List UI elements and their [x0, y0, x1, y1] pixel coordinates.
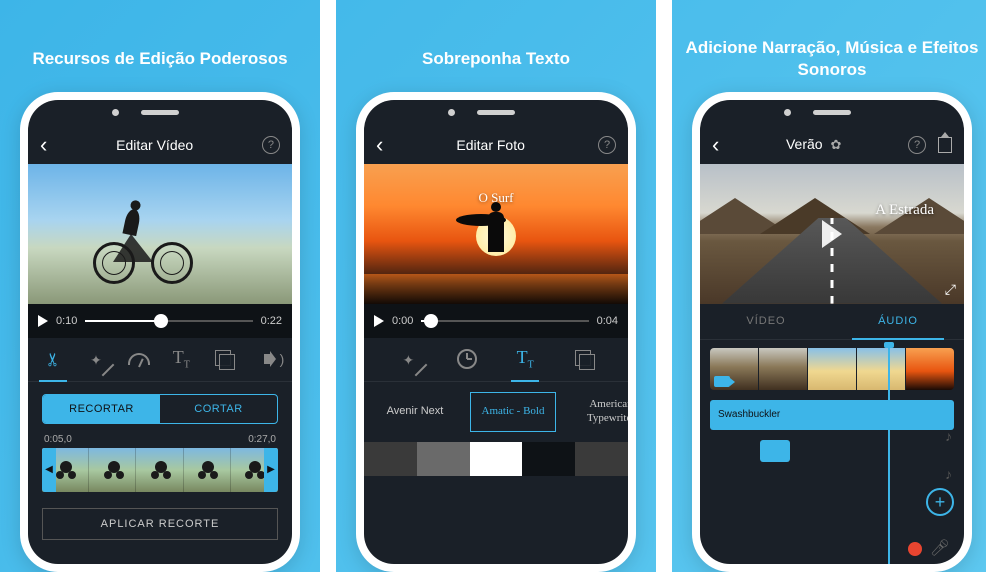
nav-title: Verão ✿ — [786, 136, 841, 153]
strip-end: 0:27,0 — [248, 434, 276, 445]
tab-audio[interactable]: ÁUDIO — [832, 304, 964, 339]
time-current: 0:00 — [392, 315, 413, 327]
trim-handle-right[interactable]: ▶ — [264, 448, 278, 492]
apply-trim-button[interactable]: APLICAR RECORTE — [42, 508, 278, 540]
audio-tool[interactable] — [249, 341, 285, 377]
project-preview[interactable]: A Estrada ⤢ — [700, 164, 964, 304]
clock-icon — [457, 349, 477, 369]
layers-tool[interactable] — [566, 341, 602, 377]
effects-tool[interactable] — [390, 341, 426, 377]
audio-clip-label: Swashbuckler — [718, 409, 780, 420]
video-preview[interactable] — [28, 164, 292, 304]
back-icon[interactable]: ‹ — [376, 132, 383, 158]
layers-icon — [215, 350, 233, 368]
strip-start: 0:05,0 — [44, 434, 72, 445]
tab-video[interactable]: VÍDEO — [700, 304, 832, 339]
scrubber[interactable] — [85, 320, 252, 322]
segment-recortar[interactable]: RECORTAR — [43, 395, 160, 423]
timeline: Swashbuckler ♪ ♪ + 🎤︎ — [700, 340, 964, 564]
swatch-5[interactable] — [575, 442, 628, 476]
playback-bar: 0:10 0:22 — [28, 304, 292, 338]
music-note-icon: ♪ — [945, 466, 952, 482]
headline-1: Recursos de Edição Poderosos — [32, 30, 287, 88]
play-icon[interactable] — [374, 315, 384, 327]
navbar: ‹ Editar Foto ? — [364, 126, 628, 164]
scrubber-handle[interactable] — [424, 314, 438, 328]
font-option-avenir[interactable]: Avenir Next — [372, 392, 458, 432]
audio-clip[interactable]: Swashbuckler — [710, 400, 954, 430]
text-tool[interactable]: TT — [507, 341, 543, 377]
gauge-icon — [128, 353, 150, 365]
wand-icon — [403, 349, 415, 370]
time-total: 0:04 — [597, 315, 618, 327]
scissors-icon — [46, 349, 61, 370]
color-swatches — [364, 442, 628, 476]
text-overlay[interactable]: O Surf — [478, 190, 513, 206]
playback-bar: 0:00 0:04 — [364, 304, 628, 338]
share-icon[interactable] — [938, 137, 952, 153]
add-media-button[interactable]: + — [926, 488, 954, 516]
back-icon[interactable]: ‹ — [40, 132, 47, 158]
text-tool[interactable]: TT — [163, 341, 199, 377]
trim-handle-left[interactable]: ◀ — [42, 448, 56, 492]
back-icon[interactable]: ‹ — [712, 132, 719, 158]
trim-segmented: RECORTAR CORTAR — [42, 394, 278, 424]
phone-frame-3: ‹ Verão ✿ ? A Estrada ⤢ — [692, 92, 972, 572]
nav-title: Editar Foto — [456, 137, 524, 153]
time-total: 0:22 — [261, 315, 282, 327]
phone-frame-2: ‹ Editar Foto ? O Surf 0:00 0:04 — [356, 92, 636, 572]
swatch-2[interactable] — [417, 442, 470, 476]
tool-row: TT — [28, 338, 292, 382]
speed-tool[interactable] — [121, 341, 157, 377]
duration-tool[interactable] — [449, 341, 485, 377]
record-button[interactable] — [908, 542, 922, 556]
phone-frame-1: ‹ Editar Vídeo ? 0:10 0:22 — [20, 92, 300, 572]
navbar: ‹ Editar Vídeo ? — [28, 126, 292, 164]
nav-title: Editar Vídeo — [116, 137, 193, 153]
media-tabs: VÍDEO ÁUDIO — [700, 304, 964, 340]
film-strip[interactable]: ◀ ▶ — [42, 448, 278, 492]
font-option-american[interactable]: American Typewriter — [568, 392, 628, 432]
headline-3: Adicione Narração, Música e Efeitos Sono… — [672, 30, 986, 88]
headline-2: Sobreponha Texto — [422, 30, 570, 88]
layers-icon — [575, 350, 593, 368]
effects-tool[interactable] — [78, 341, 114, 377]
wand-icon — [90, 349, 102, 370]
navbar: ‹ Verão ✿ ? — [700, 126, 964, 164]
text-icon: TT — [173, 347, 190, 371]
speaker-icon — [264, 354, 270, 364]
playhead[interactable] — [888, 346, 890, 564]
camera-icon — [714, 376, 730, 387]
layers-tool[interactable] — [206, 341, 242, 377]
swatch-4[interactable] — [522, 442, 575, 476]
cut-tool[interactable] — [35, 341, 71, 377]
title-overlay: A Estrada — [875, 202, 934, 219]
sfx-clip[interactable] — [760, 440, 790, 462]
expand-icon[interactable]: ⤢ — [945, 281, 956, 298]
text-icon: TT — [517, 347, 534, 371]
microphone-icon[interactable]: 🎤︎ — [930, 538, 950, 558]
swatch-3[interactable] — [470, 442, 523, 476]
gear-icon[interactable]: ✿ — [830, 137, 841, 152]
music-note-icon: ♪ — [945, 428, 952, 444]
help-icon[interactable]: ? — [262, 136, 280, 154]
scrubber[interactable] — [421, 320, 588, 322]
font-option-amatic[interactable]: Amatic - Bold — [470, 392, 556, 432]
strip-times: 0:05,0 0:27,0 — [42, 434, 278, 445]
video-track[interactable] — [710, 348, 954, 390]
help-icon[interactable]: ? — [908, 136, 926, 154]
tool-row: TT — [364, 338, 628, 382]
play-icon[interactable] — [38, 315, 48, 327]
help-icon[interactable]: ? — [598, 136, 616, 154]
font-picker: Avenir Next Amatic - Bold American Typew… — [364, 382, 628, 442]
time-current: 0:10 — [56, 315, 77, 327]
segment-cortar[interactable]: CORTAR — [160, 395, 277, 423]
swatch-1[interactable] — [364, 442, 417, 476]
surfer-illustration — [488, 212, 504, 252]
photo-preview[interactable]: O Surf — [364, 164, 628, 304]
play-large-icon[interactable] — [822, 220, 842, 248]
scrubber-handle[interactable] — [154, 314, 168, 328]
